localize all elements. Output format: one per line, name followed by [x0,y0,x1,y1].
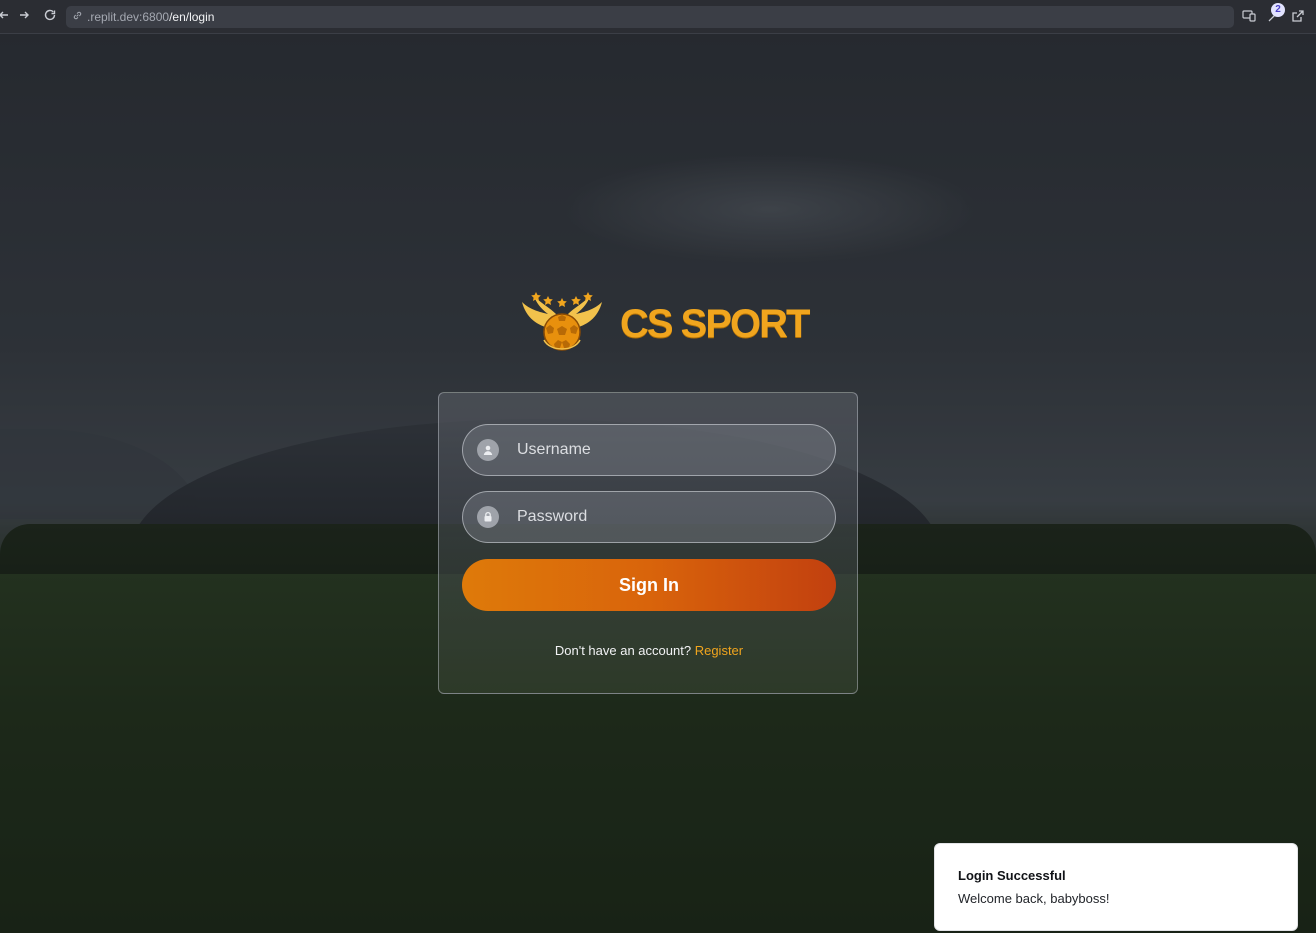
login-page-background: CS SPORT Sign In Don't have an account? … [0,34,1316,933]
toast-title: Login Successful [958,868,1066,883]
winged-ball-logo-icon [522,292,602,351]
link-icon [72,6,83,28]
url-path: /en/login [169,10,215,24]
url-host: .replit.dev:6800 [87,10,170,24]
register-prompt: Don't have an account? Register [439,643,859,658]
toast-message: Welcome back, babyboss! [958,891,1110,906]
reload-icon[interactable] [40,7,60,27]
brand-logo: CS SPORT [520,288,810,360]
user-icon [477,439,499,461]
toast-notification[interactable]: Login Successful Welcome back, babyboss! [934,843,1298,931]
forward-icon[interactable] [14,7,34,27]
sign-in-button[interactable]: Sign In [462,559,836,611]
lock-icon [477,506,499,528]
login-form: Sign In Don't have an account? Register [438,392,858,694]
browser-toolbar: .replit.dev:6800/en/login 2 [0,0,1316,34]
register-link[interactable]: Register [695,643,743,658]
username-field[interactable] [462,424,836,476]
address-bar[interactable]: .replit.dev:6800/en/login [66,6,1234,28]
devices-icon[interactable] [1241,8,1259,26]
notification-badge: 2 [1271,3,1285,17]
password-field[interactable] [462,491,836,543]
back-icon[interactable] [0,7,14,27]
no-account-text: Don't have an account? [554,643,692,658]
open-external-icon[interactable] [1290,8,1308,26]
password-input[interactable] [515,507,815,527]
username-input[interactable] [515,440,815,460]
brand-name: CS SPORT [620,301,810,346]
